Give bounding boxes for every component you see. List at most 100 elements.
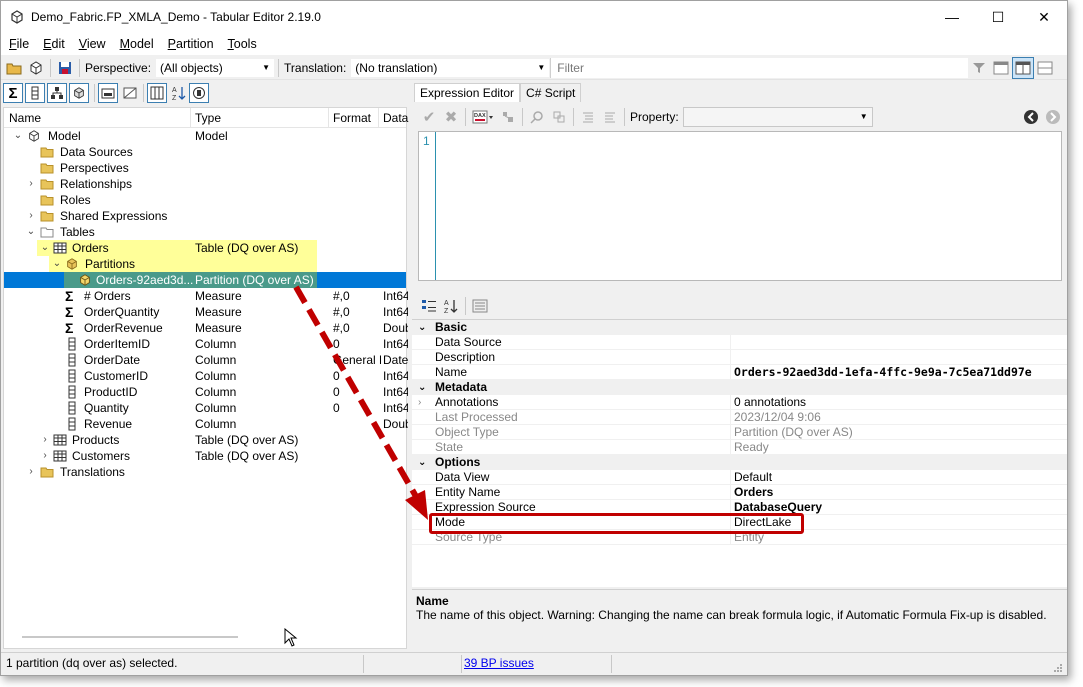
property-row-last-processed[interactable]: Last Processed 2023/12/04 9:06 — [412, 410, 1067, 425]
property-row-object-type[interactable]: Object Type Partition (DQ over AS) — [412, 425, 1067, 440]
save-button[interactable] — [54, 57, 76, 79]
comment-button[interactable] — [577, 106, 599, 128]
column-header-data[interactable]: Data — [383, 111, 408, 125]
close-button[interactable]: ✕ — [1021, 1, 1067, 33]
tree-item-measure[interactable]: Σ # Orders Measure #,0 Int64 — [4, 288, 408, 304]
expand-icon[interactable]: › — [26, 208, 36, 224]
tree-item-column[interactable]: OrderItemID Column 0 Int64 — [4, 336, 408, 352]
collapse-icon[interactable]: ⌄ — [13, 128, 23, 144]
open-model-button[interactable] — [25, 57, 47, 79]
column-divider[interactable] — [328, 108, 329, 128]
property-row-annotations[interactable]: › Annotations 0 annotations — [412, 395, 1067, 410]
tree-item-column[interactable]: Revenue Column Double — [4, 416, 408, 432]
tree-item-model[interactable]: ⌄ Model Model — [4, 128, 406, 144]
open-file-button[interactable] — [3, 57, 25, 79]
expand-icon[interactable]: › — [418, 395, 421, 410]
column-divider[interactable] — [190, 108, 191, 128]
layout-toggle-button-2[interactable] — [1012, 56, 1035, 79]
show-hidden-button[interactable] — [98, 83, 118, 103]
menu-file[interactable]: File — [9, 37, 29, 51]
sort-button[interactable]: AZ — [169, 83, 189, 103]
tree-item-translations[interactable]: › Translations — [4, 464, 406, 480]
property-pages-button[interactable] — [469, 295, 491, 317]
property-value[interactable]: Default — [734, 470, 772, 485]
property-row-data-source[interactable]: Data Source — [412, 335, 1067, 350]
tree-item-column[interactable]: OrderDate Column General Date DateTime — [4, 352, 408, 368]
show-measures-button[interactable]: Σ — [3, 83, 23, 103]
categorized-button[interactable] — [418, 295, 440, 317]
accept-button[interactable]: ✔ — [418, 106, 440, 128]
title-bar[interactable]: Demo_Fabric.FP_XMLA_Demo - Tabular Edito… — [1, 1, 1067, 33]
category-metadata[interactable]: ⌄ Metadata — [412, 380, 1067, 395]
column-header-format[interactable]: Format — [333, 111, 371, 125]
property-row-state[interactable]: State Ready — [412, 440, 1067, 455]
property-value[interactable]: 0 annotations — [734, 395, 806, 410]
collapse-icon[interactable]: ⌄ — [26, 224, 36, 240]
property-value[interactable]: Orders — [734, 485, 773, 500]
tree-item-customers[interactable]: › Customers Table (DQ over AS) — [4, 448, 406, 464]
menu-tools[interactable]: Tools — [228, 37, 257, 51]
menu-edit[interactable]: Edit — [43, 37, 65, 51]
collapse-icon[interactable]: ⌄ — [52, 256, 62, 272]
dependencies-button[interactable] — [497, 106, 519, 128]
dax-formatter-button[interactable]: DAX — [469, 106, 497, 128]
show-partitions-button[interactable] — [69, 83, 89, 103]
uncomment-button[interactable] — [599, 106, 621, 128]
translation-dropdown[interactable]: (No translation) ▼ — [350, 57, 551, 78]
category-options[interactable]: ⌄ Options — [412, 455, 1067, 470]
navigate-back-button[interactable] — [1020, 106, 1042, 128]
tree-item-measure[interactable]: Σ OrderRevenue Measure #,0 Double — [4, 320, 408, 336]
menu-view[interactable]: View — [79, 37, 106, 51]
tree-item-column[interactable]: ProductID Column 0 Int64 — [4, 384, 408, 400]
expand-icon[interactable]: › — [40, 448, 50, 464]
menu-model[interactable]: Model — [120, 37, 154, 51]
column-header-name[interactable]: Name — [9, 111, 41, 125]
tree-item-orders[interactable]: ⌄ Orders Table (DQ over AS) — [37, 240, 317, 256]
tom-explorer-tree[interactable]: Name Type Format Data ⌄ Model Model Data… — [3, 107, 408, 649]
expand-icon[interactable]: › — [26, 464, 36, 480]
expand-icon[interactable]: › — [40, 432, 50, 448]
tree-item-tables[interactable]: ⌄ Tables — [4, 224, 406, 240]
tree-item-column[interactable]: Quantity Column 0 Int64 — [4, 400, 408, 416]
collapse-icon[interactable]: ⌄ — [418, 455, 426, 470]
horizontal-scrollbar[interactable] — [22, 636, 238, 638]
bp-issues-link[interactable]: 39 BP issues — [464, 656, 534, 670]
show-displayfolders-button[interactable] — [120, 83, 140, 103]
tree-item-products[interactable]: › Products Table (DQ over AS) — [4, 432, 406, 448]
tree-item-partition-orders[interactable]: Orders-92aed3d... Partition (DQ over AS) — [4, 272, 406, 288]
tree-item-column[interactable]: CustomerID Column 0 Int64 — [4, 368, 408, 384]
tree-item-data-sources[interactable]: Data Sources — [4, 144, 406, 160]
perspective-dropdown[interactable]: (All objects) ▼ — [155, 57, 276, 78]
show-all-columns-button[interactable] — [147, 83, 167, 103]
tree-item-relationships[interactable]: › Relationships — [4, 176, 406, 192]
menu-partition[interactable]: Partition — [168, 37, 214, 51]
category-basic[interactable]: ⌄ Basic — [412, 320, 1067, 335]
tree-item-partitions[interactable]: ⌄ Partitions — [49, 256, 317, 272]
tree-item-roles[interactable]: Roles — [4, 192, 406, 208]
layout-toggle-button-3[interactable] — [1034, 57, 1056, 79]
collapse-icon[interactable]: ⌄ — [418, 320, 426, 335]
layout-toggle-button-1[interactable] — [990, 57, 1012, 79]
replace-button[interactable] — [548, 106, 570, 128]
cancel-button[interactable]: ✖ — [440, 106, 462, 128]
column-divider[interactable] — [378, 108, 379, 128]
property-grid[interactable]: ⌄ Basic Data Source Description Name Ord… — [412, 319, 1067, 587]
column-header-type[interactable]: Type — [195, 111, 221, 125]
expression-editor[interactable]: 1 — [418, 131, 1062, 281]
property-row-data-view[interactable]: Data View Default — [412, 470, 1067, 485]
tree-item-measure[interactable]: Σ OrderQuantity Measure #,0 Int64 — [4, 304, 408, 320]
show-columns-button[interactable] — [25, 83, 45, 103]
property-dropdown[interactable]: ▼ — [682, 107, 873, 127]
property-row-name[interactable]: Name Orders-92aed3dd-1efa-4ffc-9e9a-7c5e… — [412, 365, 1067, 380]
find-button[interactable] — [526, 106, 548, 128]
property-value[interactable]: Orders-92aed3dd-1efa-4ffc-9e9a-7c5ea71dd… — [734, 365, 1032, 380]
alphabetical-button[interactable]: AZ — [440, 295, 462, 317]
resize-grip-icon[interactable] — [1051, 661, 1063, 673]
tab-expression-editor[interactable]: Expression Editor — [414, 83, 521, 102]
tree-item-shared-expressions[interactable]: › Shared Expressions — [4, 208, 406, 224]
tab-csharp-script[interactable]: C# Script — [520, 83, 582, 102]
filter-button[interactable] — [968, 57, 990, 79]
navigate-forward-button[interactable] — [1042, 106, 1064, 128]
expand-icon[interactable]: › — [26, 176, 36, 192]
show-hierarchies-button[interactable] — [47, 83, 67, 103]
